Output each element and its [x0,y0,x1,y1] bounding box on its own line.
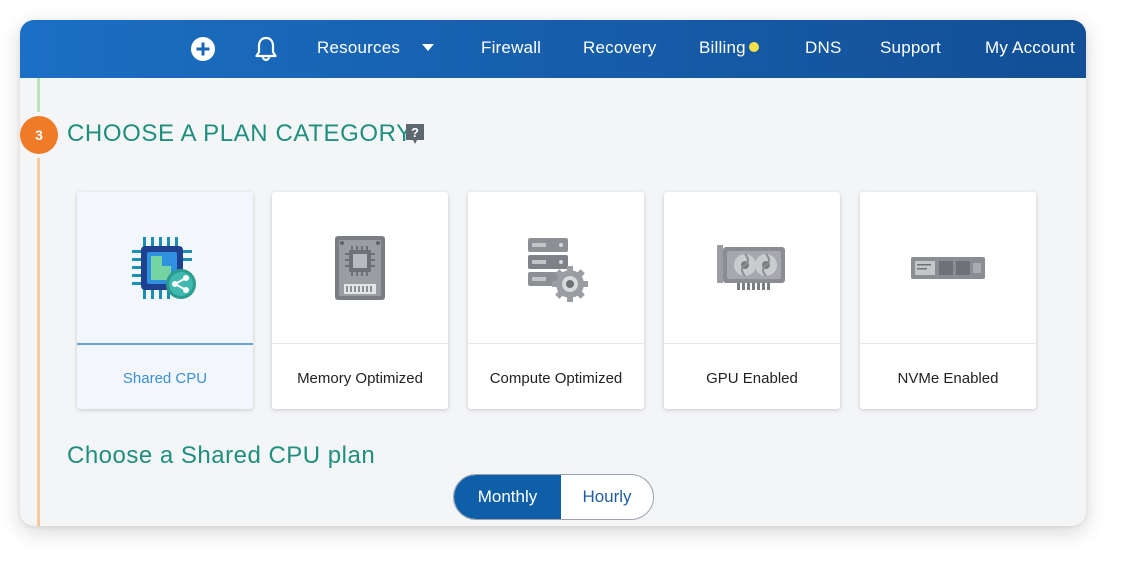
category-label: Memory Optimized [297,370,423,387]
timeline-line-current [37,158,40,526]
category-card-gpu-enabled[interactable]: GPU Enabled [664,192,840,409]
toggle-hourly[interactable]: Hourly [561,475,653,519]
card-divider [860,343,1036,344]
help-icon[interactable]: ? [405,123,425,145]
category-card-shared-cpu[interactable]: Shared CPU [77,192,253,409]
nav-item-resources[interactable]: Resources [317,38,400,58]
bell-icon[interactable] [252,35,280,63]
step-badge: 3 [20,116,58,154]
category-label: Compute Optimized [489,370,623,387]
category-card-compute-optimized[interactable]: Compute Optimized [468,192,644,409]
nav-item-billing[interactable]: Billing [699,38,759,58]
memory-module-icon [272,192,448,344]
server-gear-icon [468,192,644,344]
card-divider [468,343,644,344]
plus-circle-icon[interactable] [189,35,217,63]
top-navigation: Resources Firewall Recovery Billing DNS … [20,20,1086,78]
card-divider [664,343,840,344]
section-title: CHOOSE A PLAN CATEGORY [67,120,413,147]
plan-section-title: Choose a Shared CPU plan [67,442,376,469]
card-divider [77,343,253,345]
category-card-nvme-enabled[interactable]: NVMe Enabled [860,192,1036,409]
nav-item-support[interactable]: Support [880,38,941,58]
step-number: 3 [35,127,43,143]
category-label: GPU Enabled [706,370,798,387]
chevron-down-icon[interactable] [422,44,434,51]
category-card-memory-optimized[interactable]: Memory Optimized [272,192,448,409]
category-label: NVMe Enabled [897,370,999,387]
app-window: Resources Firewall Recovery Billing DNS … [20,20,1086,526]
shared-cpu-chip-icon [77,192,253,344]
svg-text:?: ? [411,125,419,140]
nav-item-my-account[interactable]: My Account [985,38,1075,58]
toggle-monthly[interactable]: Monthly [454,475,561,519]
nav-item-billing-label: Billing [699,38,746,57]
timeline-line-completed [37,78,40,112]
nvme-drive-icon [860,192,1036,344]
billing-period-toggle: Monthly Hourly [453,474,654,520]
category-label: Shared CPU [122,370,208,387]
nav-item-dns[interactable]: DNS [805,38,842,58]
gpu-card-icon [664,192,840,344]
card-divider [272,343,448,344]
notification-dot [748,42,759,52]
nav-item-firewall[interactable]: Firewall [481,38,541,58]
nav-item-recovery[interactable]: Recovery [583,38,656,58]
